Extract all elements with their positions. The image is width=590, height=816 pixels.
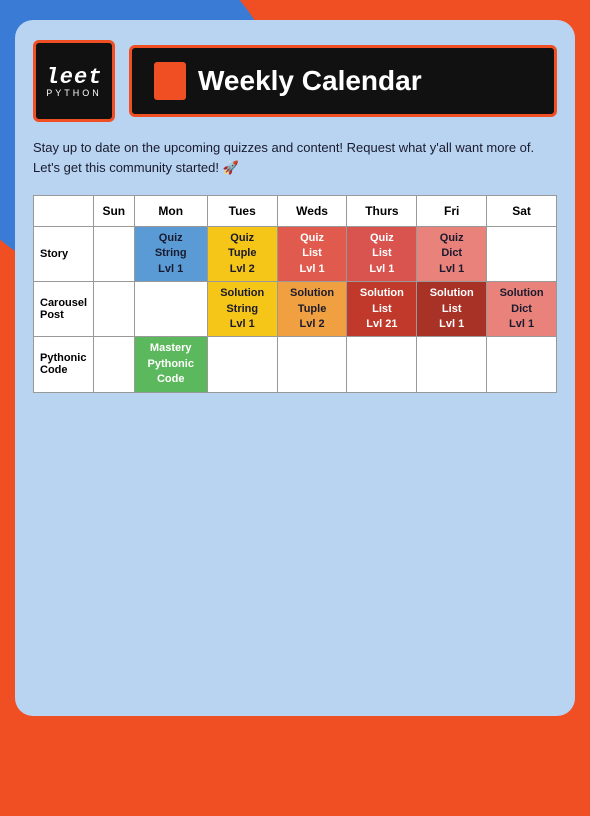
row-label-story: Story [34,227,94,282]
cell-carousel-mon [134,282,207,337]
col-header-fri: Fri [417,196,487,227]
main-card: leet python Weekly Calendar Stay up to d… [15,20,575,716]
cell-story-tues: QuizTupleLvl 2 [207,227,277,282]
col-header-weds: Weds [277,196,347,227]
cell-story-mon: QuizStringLvl 1 [134,227,207,282]
subtitle-text: Stay up to date on the upcoming quizzes … [33,138,557,177]
cell-story-sun [94,227,135,282]
col-header-tues: Tues [207,196,277,227]
cell-carousel-sat: SolutionDictLvl 1 [487,282,557,337]
logo-box: leet python [33,40,115,122]
cell-story-sat [487,227,557,282]
cell-pythonic-weds [277,337,347,392]
title-box: Weekly Calendar [129,45,557,117]
logo-leet-text: leet [46,65,103,90]
cell-carousel-thurs: SolutionListLvl 21 [347,282,417,337]
col-header-thurs: Thurs [347,196,417,227]
col-header-empty [34,196,94,227]
cell-carousel-sun [94,282,135,337]
row-label-pythonic: Pythonic Code [34,337,94,392]
col-header-mon: Mon [134,196,207,227]
cell-story-fri: QuizDictLvl 1 [417,227,487,282]
cell-pythonic-tues [207,337,277,392]
row-label-carousel: Carousel Post [34,282,94,337]
table-row: Pythonic Code MasteryPythonicCode [34,337,557,392]
cell-carousel-tues: SolutionStringLvl 1 [207,282,277,337]
table-row: Carousel Post SolutionStringLvl 1 Soluti… [34,282,557,337]
cell-pythonic-thurs [347,337,417,392]
cell-carousel-weds: SolutionTupleLvl 2 [277,282,347,337]
title-icon [154,62,186,100]
cell-carousel-fri: SolutionListLvl 1 [417,282,487,337]
page-title: Weekly Calendar [198,65,422,97]
header: leet python Weekly Calendar [33,40,557,122]
cell-pythonic-fri [417,337,487,392]
logo-python-text: python [46,88,102,98]
cell-pythonic-mon: MasteryPythonicCode [134,337,207,392]
cell-pythonic-sat [487,337,557,392]
cell-story-thurs: QuizListLvl 1 [347,227,417,282]
weekly-calendar-table: Sun Mon Tues Weds Thurs Fri Sat Story Qu… [33,195,557,393]
table-row: Story QuizStringLvl 1 QuizTupleLvl 2 Qui… [34,227,557,282]
col-header-sun: Sun [94,196,135,227]
col-header-sat: Sat [487,196,557,227]
cell-pythonic-sun [94,337,135,392]
cell-story-weds: QuizListLvl 1 [277,227,347,282]
